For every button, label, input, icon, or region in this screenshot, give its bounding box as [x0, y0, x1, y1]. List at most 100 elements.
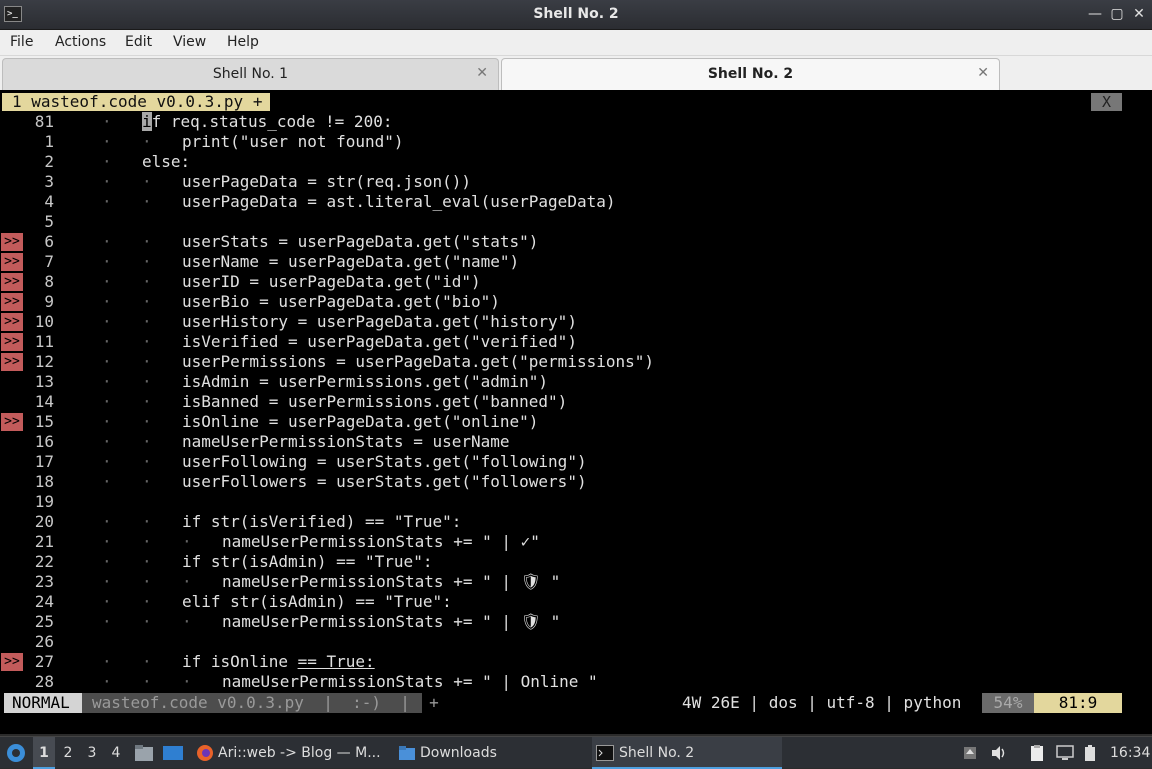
menu-actions[interactable]: Actions: [55, 34, 106, 50]
indent-guide: ·: [142, 472, 152, 491]
indent-guide: ·: [102, 372, 112, 391]
code-line[interactable]: 18 · · userFollowers = userStats.get("follo…: [0, 472, 1152, 492]
workspace-2[interactable]: 2: [57, 737, 79, 769]
indent-guide: ·: [142, 272, 152, 291]
indent-guide: ·: [142, 392, 152, 411]
menu-help[interactable]: Help: [227, 34, 259, 50]
code-line[interactable]: 81 · if req.status_code != 200:: [0, 112, 1152, 132]
line-number: 11: [34, 332, 54, 351]
line-number: 23: [34, 572, 54, 591]
lint-underline: == True:: [297, 652, 375, 671]
indent-guide: ·: [102, 672, 112, 691]
maximize-icon[interactable]: ▢: [1108, 5, 1126, 23]
code-line[interactable]: 20 · · if str(isVerified) == "True":: [0, 512, 1152, 532]
indent-guide: ·: [102, 272, 112, 291]
indent-guide: ·: [102, 312, 112, 331]
line-number: 18: [34, 472, 54, 491]
line-number: 81: [34, 112, 54, 131]
tab-shell-1[interactable]: Shell No. 1 ✕: [2, 58, 499, 90]
tab-close-icon[interactable]: ✕: [476, 65, 488, 81]
indent-guide: ·: [102, 292, 112, 311]
window-title: Shell No. 2: [533, 6, 619, 22]
title-bar[interactable]: >_ Shell No. 2 — ▢ ✕: [0, 0, 1152, 30]
start-menu-button[interactable]: [4, 737, 28, 769]
line-number: 17: [34, 452, 54, 471]
line-number: 20: [34, 512, 54, 531]
menu-bar: File Actions Edit View Help: [0, 30, 1152, 56]
tab-label: Shell No. 2: [707, 66, 794, 82]
code-line[interactable]: 17 · · userFollowing = userStats.get("follo…: [0, 452, 1152, 472]
code-line[interactable]: >> 27 · · if isOnline == True:: [0, 652, 1152, 672]
tray-volume[interactable]: [990, 737, 1010, 769]
code-line[interactable]: 5: [0, 212, 1152, 232]
code-line[interactable]: 26: [0, 632, 1152, 652]
tray-clipboard[interactable]: [1028, 737, 1048, 769]
file-manager-launcher[interactable]: [134, 737, 154, 769]
vim-close-button[interactable]: X: [1091, 93, 1122, 111]
folder-icon: [399, 746, 415, 760]
tray-battery[interactable]: [1084, 737, 1104, 769]
code-line[interactable]: 2 · else:: [0, 152, 1152, 172]
line-number: 2: [44, 152, 54, 171]
status-filename: wasteof.code v0.0.3.py | :-) | +: [82, 693, 439, 713]
code-line[interactable]: >> 12 · · userPermissions = userPageData.get…: [0, 352, 1152, 372]
code-line[interactable]: 21 · · · nameUserPermissionStats += " | ✓": [0, 532, 1152, 552]
indent-guide: ·: [182, 532, 192, 551]
tray-updates[interactable]: [962, 737, 980, 769]
code-text: userPageData = ast.literal_eval(userPage…: [182, 192, 616, 211]
code-line[interactable]: 3 · · userPageData = str(req.json()): [0, 172, 1152, 192]
upload-icon: [964, 747, 976, 759]
code-text: userID = userPageData.get("id"): [182, 272, 481, 291]
code-line[interactable]: >> 15 · · isOnline = userPageData.get("onlin…: [0, 412, 1152, 432]
code-line[interactable]: 24 · · elif str(isAdmin) == "True":: [0, 592, 1152, 612]
indent-guide: ·: [102, 552, 112, 571]
code-line[interactable]: >> 11 · · isVerified = userPageData.get("ver…: [0, 332, 1152, 352]
tab-label: Shell No. 1: [212, 66, 289, 82]
task-firefox[interactable]: Ari::web -> Blog — M...: [194, 737, 381, 769]
code-line[interactable]: 25 · · · nameUserPermissionStats += " | 🛡 ": [0, 612, 1152, 632]
code-line[interactable]: 22 · · if str(isAdmin) == "True":: [0, 552, 1152, 572]
show-desktop-launcher[interactable]: [162, 737, 184, 769]
code-text: isAdmin = userPermissions.get("admin"): [182, 372, 549, 391]
task-downloads[interactable]: Downloads: [396, 737, 586, 769]
code-line[interactable]: 16 · · nameUserPermissionStats = userName: [0, 432, 1152, 452]
workspace-3[interactable]: 3: [81, 737, 103, 769]
task-shell-2[interactable]: Shell No. 2: [592, 737, 782, 769]
code-line[interactable]: >> 7 · · userName = userPageData.get("name"): [0, 252, 1152, 272]
indent-guide: ·: [142, 132, 152, 151]
status-file-info: 4W 26E | dos | utf-8 | python: [682, 693, 962, 712]
workspace-4[interactable]: 4: [105, 737, 127, 769]
code-line[interactable]: >> 6 · · userStats = userPageData.get("stats…: [0, 232, 1152, 252]
clock[interactable]: 16:34: [1110, 737, 1150, 769]
line-number: 21: [34, 532, 54, 551]
code-text: nameUserPermissionStats += " | ✓": [222, 532, 540, 551]
indent-guide: ·: [142, 572, 152, 591]
menu-file[interactable]: File: [10, 34, 33, 50]
code-line[interactable]: 19: [0, 492, 1152, 512]
close-icon[interactable]: ✕: [1130, 5, 1148, 23]
code-line[interactable]: 1 · · print("user not found"): [0, 132, 1152, 152]
error-sign-marker: >>: [1, 273, 23, 291]
menu-view[interactable]: View: [173, 34, 206, 50]
code-line[interactable]: >> 8 · · userID = userPageData.get("id"): [0, 272, 1152, 292]
line-number: 26: [34, 632, 54, 651]
indent-guide: ·: [102, 352, 112, 371]
tab-close-icon[interactable]: ✕: [977, 65, 989, 81]
indent-guide: ·: [142, 172, 152, 191]
indent-guide: ·: [102, 412, 112, 431]
vim-buffer-tab[interactable]: 1 wasteof.code v0.0.3.py +: [2, 93, 271, 111]
code-line[interactable]: 28 · · · nameUserPermissionStats += " | Onli…: [0, 672, 1152, 692]
indent-guide: ·: [102, 132, 112, 151]
code-line[interactable]: 13 · · isAdmin = userPermissions.get("admin…: [0, 372, 1152, 392]
minimize-icon[interactable]: —: [1086, 5, 1104, 23]
workspace-1[interactable]: 1: [33, 737, 55, 769]
code-line[interactable]: 14 · · isBanned = userPermissions.get("bann…: [0, 392, 1152, 412]
menu-edit[interactable]: Edit: [125, 34, 152, 50]
code-line[interactable]: 4 · · userPageData = ast.literal_eval(userP…: [0, 192, 1152, 212]
code-line[interactable]: >> 9 · · userBio = userPageData.get("bio"): [0, 292, 1152, 312]
terminal-area[interactable]: 1 wasteof.code v0.0.3.py + X 81 · if req.s…: [0, 90, 1152, 734]
code-line[interactable]: 23 · · · nameUserPermissionStats += " | 🛡 ": [0, 572, 1152, 592]
tab-shell-2[interactable]: Shell No. 2 ✕: [501, 58, 1000, 90]
tray-display[interactable]: [1056, 737, 1076, 769]
code-line[interactable]: >> 10 · · userHistory = userPageData.get("hi…: [0, 312, 1152, 332]
